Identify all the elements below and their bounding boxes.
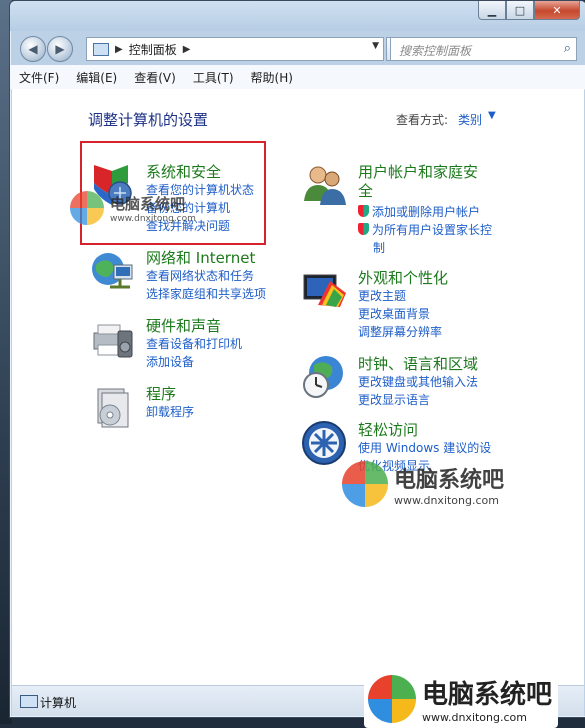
change-keyboard-link[interactable]: 更改键盘或其他输入法 [358,373,478,390]
status-text: 计算机 [40,696,77,710]
maximize-button[interactable]: □ [506,1,534,20]
printer-icon[interactable] [88,315,136,363]
search-box[interactable]: 搜索控制面板 ⌕ [390,37,577,61]
menu-bar: 文件(F) 编辑(E) 查看(V) 工具(T) 帮助(H) [10,65,585,90]
minimize-button[interactable]: ▁ [478,1,506,20]
parental-controls-link-wrap[interactable]: 制 [373,239,385,256]
watermark-url: www.dnxitong.com [394,493,499,507]
network-globe-icon[interactable] [88,247,136,295]
watermark-large: 电脑系统吧 www.dnxitong.com [364,670,559,728]
change-desktop-background-link[interactable]: 更改桌面背景 [358,305,430,322]
close-button[interactable]: ✕ [534,1,580,20]
users-icon[interactable] [300,161,348,209]
parental-controls-link[interactable]: 为所有用户设置家长控 [358,221,492,238]
back-button[interactable]: ◀ [20,36,46,62]
clock-language-region-link[interactable]: 时钟、语言和区域 [358,353,478,374]
caption-buttons: ▁ □ ✕ [478,1,580,20]
view-by-chevron-down-icon[interactable]: ▼ [488,110,496,121]
watermark-logo [342,461,388,507]
control-panel-content: 调整计算机的设置 查看方式: 类别 ▼ 系统和安全 查看您的计算机状态 备份您的… [12,89,584,685]
search-icon[interactable]: ⌕ [564,41,571,56]
title-bar[interactable]: ▁ □ ✕ [10,1,585,31]
appearance-link[interactable]: 外观和个性化 [358,267,448,288]
shield-icon [358,223,369,235]
navigation-bar: ◀ ▶ ▶ 控制面板 ▶ ▼ ⟳ 搜索控制面板 ⌕ [10,31,585,65]
programs-icon[interactable] [88,383,136,431]
uninstall-program-link[interactable]: 卸载程序 [146,403,194,420]
programs-link[interactable]: 程序 [146,383,176,404]
monitor-paint-icon[interactable] [300,267,348,315]
address-bar[interactable]: ▶ 控制面板 ▶ ▼ [86,37,384,61]
watermark-logo [70,191,104,225]
search-input[interactable]: 搜索控制面板 [399,42,471,59]
clock-globe-icon[interactable] [300,353,348,401]
homegroup-sharing-link[interactable]: 选择家庭组和共享选项 [146,285,266,302]
watermark-name: 电脑系统吧 [422,680,553,710]
windows-suggested-settings-link[interactable]: 使用 Windows 建议的设 [358,439,491,456]
computer-icon [20,695,38,708]
watermark-text: 电脑系统吧 www.dnxitong.com [110,193,196,224]
change-display-language-link[interactable]: 更改显示语言 [358,391,430,408]
ease-of-access-link[interactable]: 轻松访问 [358,419,418,440]
add-device-link[interactable]: 添加设备 [146,353,194,370]
watermark-medium: 电脑系统吧 www.dnxitong.com [342,461,504,507]
menu-file[interactable]: 文件(F) [10,69,67,86]
address-dropdown-icon[interactable]: ▼ [372,41,379,51]
shield-icon [358,205,369,217]
user-accounts-link-wrap[interactable]: 全 [358,180,373,201]
page-title: 调整计算机的设置 [88,111,209,129]
breadcrumb-arrow-icon[interactable]: ▶ [115,44,123,55]
devices-printers-link[interactable]: 查看设备和打印机 [146,335,242,352]
add-remove-accounts-link[interactable]: 添加或删除用户帐户 [358,203,480,220]
watermark-name: 电脑系统吧 [110,194,186,213]
breadcrumb-control-panel[interactable]: 控制面板 [129,41,177,58]
menu-edit[interactable]: 编辑(E) [67,69,125,86]
breadcrumb-arrow-icon[interactable]: ▶ [183,44,191,55]
adjust-resolution-link[interactable]: 调整屏幕分辨率 [358,323,442,340]
menu-tools[interactable]: 工具(T) [184,69,242,86]
network-internet-link[interactable]: 网络和 Internet [146,247,255,268]
watermark-text: 电脑系统吧 www.dnxitong.com [422,674,552,724]
watermark-text: 电脑系统吧 www.dnxitong.com [394,462,504,507]
watermark-small: 电脑系统吧 www.dnxitong.com [70,191,196,225]
watermark-logo [368,675,416,723]
control-panel-icon [93,42,109,56]
control-panel-window: ▁ □ ✕ ◀ ▶ ▶ 控制面板 ▶ ▼ ⟳ 搜索控制面板 ⌕ 文件(F) 编辑… [9,0,585,718]
hardware-sound-link[interactable]: 硬件和声音 [146,315,221,336]
user-accounts-link[interactable]: 用户帐户和家庭安 [358,161,478,182]
view-network-status-link[interactable]: 查看网络状态和任务 [146,267,254,284]
menu-help[interactable]: 帮助(H) [242,69,301,86]
view-by-label: 查看方式: [396,113,449,127]
ease-of-access-icon[interactable] [300,419,348,467]
view-by-dropdown[interactable]: 类别 [458,111,482,128]
change-theme-link[interactable]: 更改主题 [358,287,406,304]
watermark-name: 电脑系统吧 [394,467,505,493]
watermark-url: www.dnxitong.com [110,213,196,224]
menu-view[interactable]: 查看(V) [125,69,184,86]
forward-button[interactable]: ▶ [47,36,73,62]
watermark-url: www.dnxitong.com [422,711,527,724]
